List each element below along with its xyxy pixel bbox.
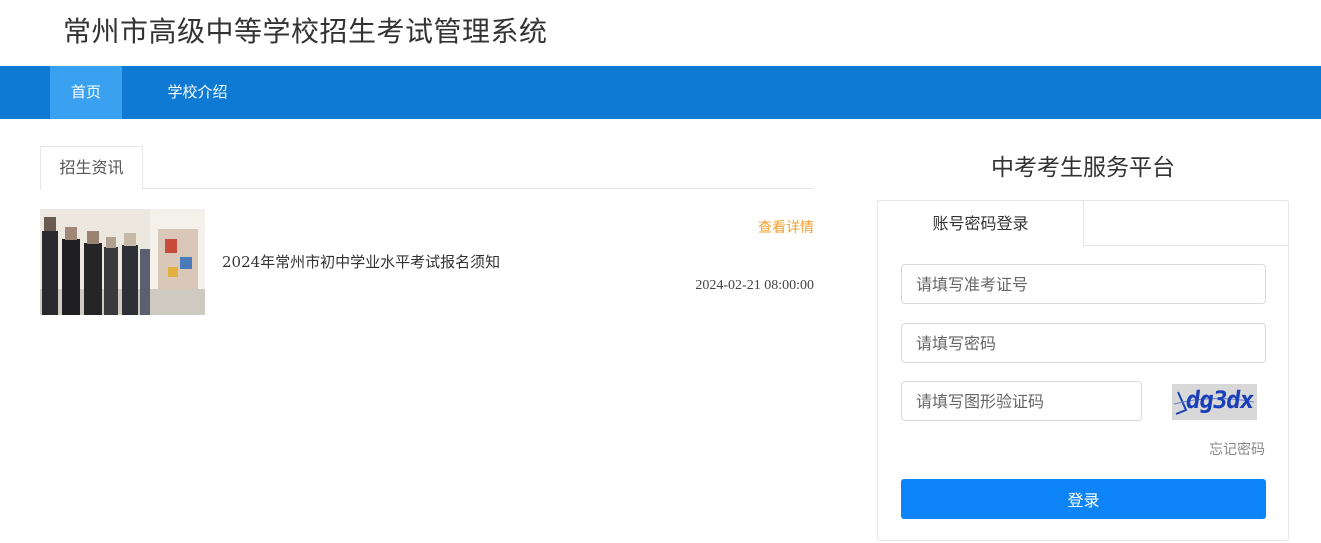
main-navbar: 首页 学校介绍 — [0, 66, 1321, 119]
news-thumbnail-image[interactable] — [40, 209, 205, 315]
captcha-image[interactable]: dg3dx — [1172, 384, 1257, 420]
tab-account-password-login[interactable]: 账号密码登录 — [877, 200, 1084, 247]
platform-title: 中考考生服务平台 — [991, 155, 1175, 181]
news-tabbar: 招生资讯 — [40, 146, 814, 190]
news-title-link[interactable]: 2024年常州市初中学业水平考试报名须知 — [222, 251, 500, 272]
site-title: 常州市高级中等学校招生考试管理系统 — [63, 15, 548, 48]
news-date: 2024-02-21 08:00:00 — [695, 278, 814, 293]
captcha-text: dg3dx — [1184, 386, 1256, 414]
captcha-input[interactable] — [901, 381, 1142, 421]
password-input[interactable] — [901, 323, 1266, 363]
tab-admission-news[interactable]: 招生资讯 — [40, 146, 143, 190]
nav-item-school-intro[interactable]: 学校介绍 — [150, 66, 245, 119]
exam-id-input[interactable] — [901, 264, 1266, 304]
view-details-link[interactable]: 查看详情 — [758, 217, 814, 237]
nav-item-home[interactable]: 首页 — [50, 66, 122, 119]
login-tabbar: 账号密码登录 — [877, 200, 1288, 247]
news-list-item[interactable]: 2024年常州市初中学业水平考试报名须知 查看详情 2024-02-21 08:… — [40, 209, 814, 315]
forgot-password-link[interactable]: 忘记密码 — [1209, 439, 1265, 459]
login-card: 账号密码登录 dg3dx 忘记密码 登录 — [877, 200, 1289, 541]
login-button[interactable]: 登录 — [901, 479, 1266, 519]
photo-thumbnail-icon — [40, 209, 205, 315]
